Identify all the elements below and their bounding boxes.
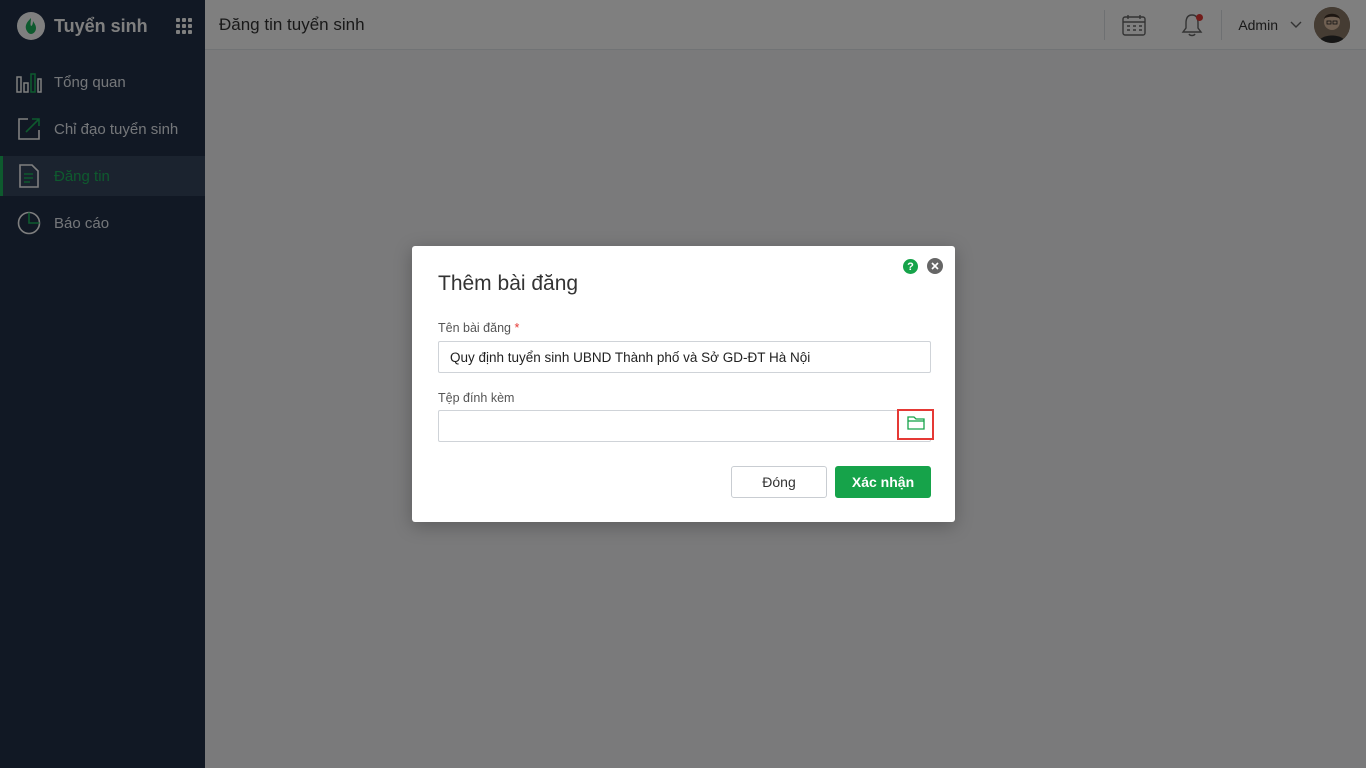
dialog-title: Thêm bài đăng	[438, 272, 579, 295]
post-name-label-text: Tên bài đăng	[438, 321, 511, 335]
required-mark: *	[514, 321, 520, 335]
post-name-input[interactable]	[438, 341, 931, 373]
close-icon[interactable]	[927, 258, 943, 274]
confirm-button[interactable]: Xác nhận	[835, 466, 931, 498]
folder-icon	[906, 415, 925, 435]
close-button[interactable]: Đóng	[731, 466, 827, 498]
post-name-label: Tên bài đăng *	[438, 321, 519, 335]
browse-folder-button[interactable]	[897, 409, 934, 440]
attachment-label: Tệp đính kèm	[438, 391, 515, 405]
help-icon[interactable]: ?	[903, 259, 918, 274]
attachment-input[interactable]	[438, 410, 931, 442]
add-post-dialog: Thêm bài đăng ? Tên bài đăng * Tệp đính …	[412, 246, 955, 522]
